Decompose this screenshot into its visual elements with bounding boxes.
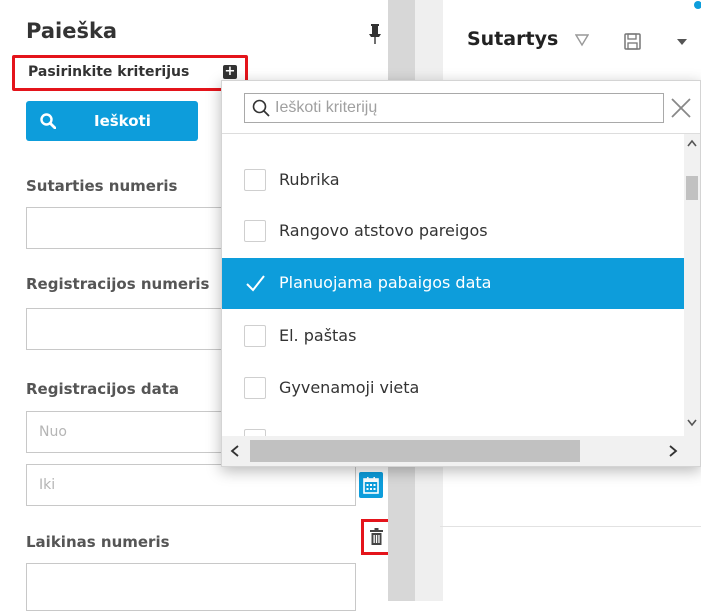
dropdown-separator [222,133,700,134]
date-to-input[interactable] [26,464,356,506]
chevron-left-icon[interactable] [230,445,240,457]
criteria-option-rubrika[interactable]: Rubrika [222,155,684,206]
registration-date-label: Registracijos data [26,380,180,398]
option-label: Rubrika [279,170,340,189]
notification-dot [694,1,701,9]
temporary-number-input[interactable] [26,563,356,611]
option-checkbox[interactable] [244,220,266,242]
search-icon [40,113,56,129]
calendar-icon [363,477,379,494]
contract-number-label: Sutarties numeris [26,177,178,195]
search-icon [252,99,270,117]
criteria-dropdown: Rubrika Rangovo atstovo pareigos Planuoj… [221,80,701,467]
filter-icon[interactable] [575,33,589,47]
registration-number-label: Registracijos numeris [26,275,210,293]
criteria-option-gyvenamoji-vieta[interactable]: Gyvenamoji vieta [222,363,684,414]
dropdown-vertical-scrollbar[interactable] [684,134,700,436]
criteria-search-input[interactable] [244,93,664,123]
close-icon[interactable] [670,97,692,119]
criteria-option-partial[interactable] [222,415,684,436]
option-checkbox[interactable] [244,429,266,436]
criteria-option-el-pastas[interactable]: El. paštas [222,311,684,362]
calendar-button[interactable] [359,472,383,498]
criteria-selector-label[interactable]: Pasirinkite kriterijus [28,64,189,80]
pin-icon[interactable] [368,24,382,44]
option-label: Planuojama pabaigos data [279,273,492,292]
criteria-option-planuojama-pabaigos-data[interactable]: Planuojama pabaigos data [222,258,684,309]
search-button-label: Ieškoti [94,112,151,130]
save-icon[interactable] [624,33,641,50]
option-checkbox[interactable] [244,325,266,347]
check-icon[interactable] [244,271,266,295]
content-divider [440,526,701,527]
option-label: Gyvenamoji vieta [279,378,420,397]
option-checkbox[interactable] [244,377,266,399]
panel-title: Paieška [26,19,118,43]
chevron-down-icon[interactable] [686,418,698,428]
chevron-up-icon[interactable] [686,138,698,148]
scrollbar-thumb[interactable] [250,440,580,462]
chevron-right-icon[interactable] [668,445,678,457]
option-checkbox[interactable] [244,169,266,191]
registration-number-input[interactable] [26,308,226,350]
option-label: Rangovo atstovo pareigos [279,221,488,240]
date-from-input[interactable] [26,411,226,453]
temporary-number-label: Laikinas numeris [26,533,170,551]
plus-icon[interactable]: + [223,65,237,79]
page-title: Sutartys [467,28,559,50]
contract-number-input[interactable] [26,207,226,249]
option-label: El. paštas [279,326,357,345]
search-button[interactable]: Ieškoti [26,101,198,141]
scrollbar-thumb[interactable] [686,176,698,200]
criteria-option-rangovo-atstovo-pareigos[interactable]: Rangovo atstovo pareigos [222,206,684,257]
chevron-down-icon[interactable] [677,38,687,46]
trash-icon[interactable] [370,528,383,545]
dropdown-horizontal-scrollbar[interactable] [222,436,700,466]
